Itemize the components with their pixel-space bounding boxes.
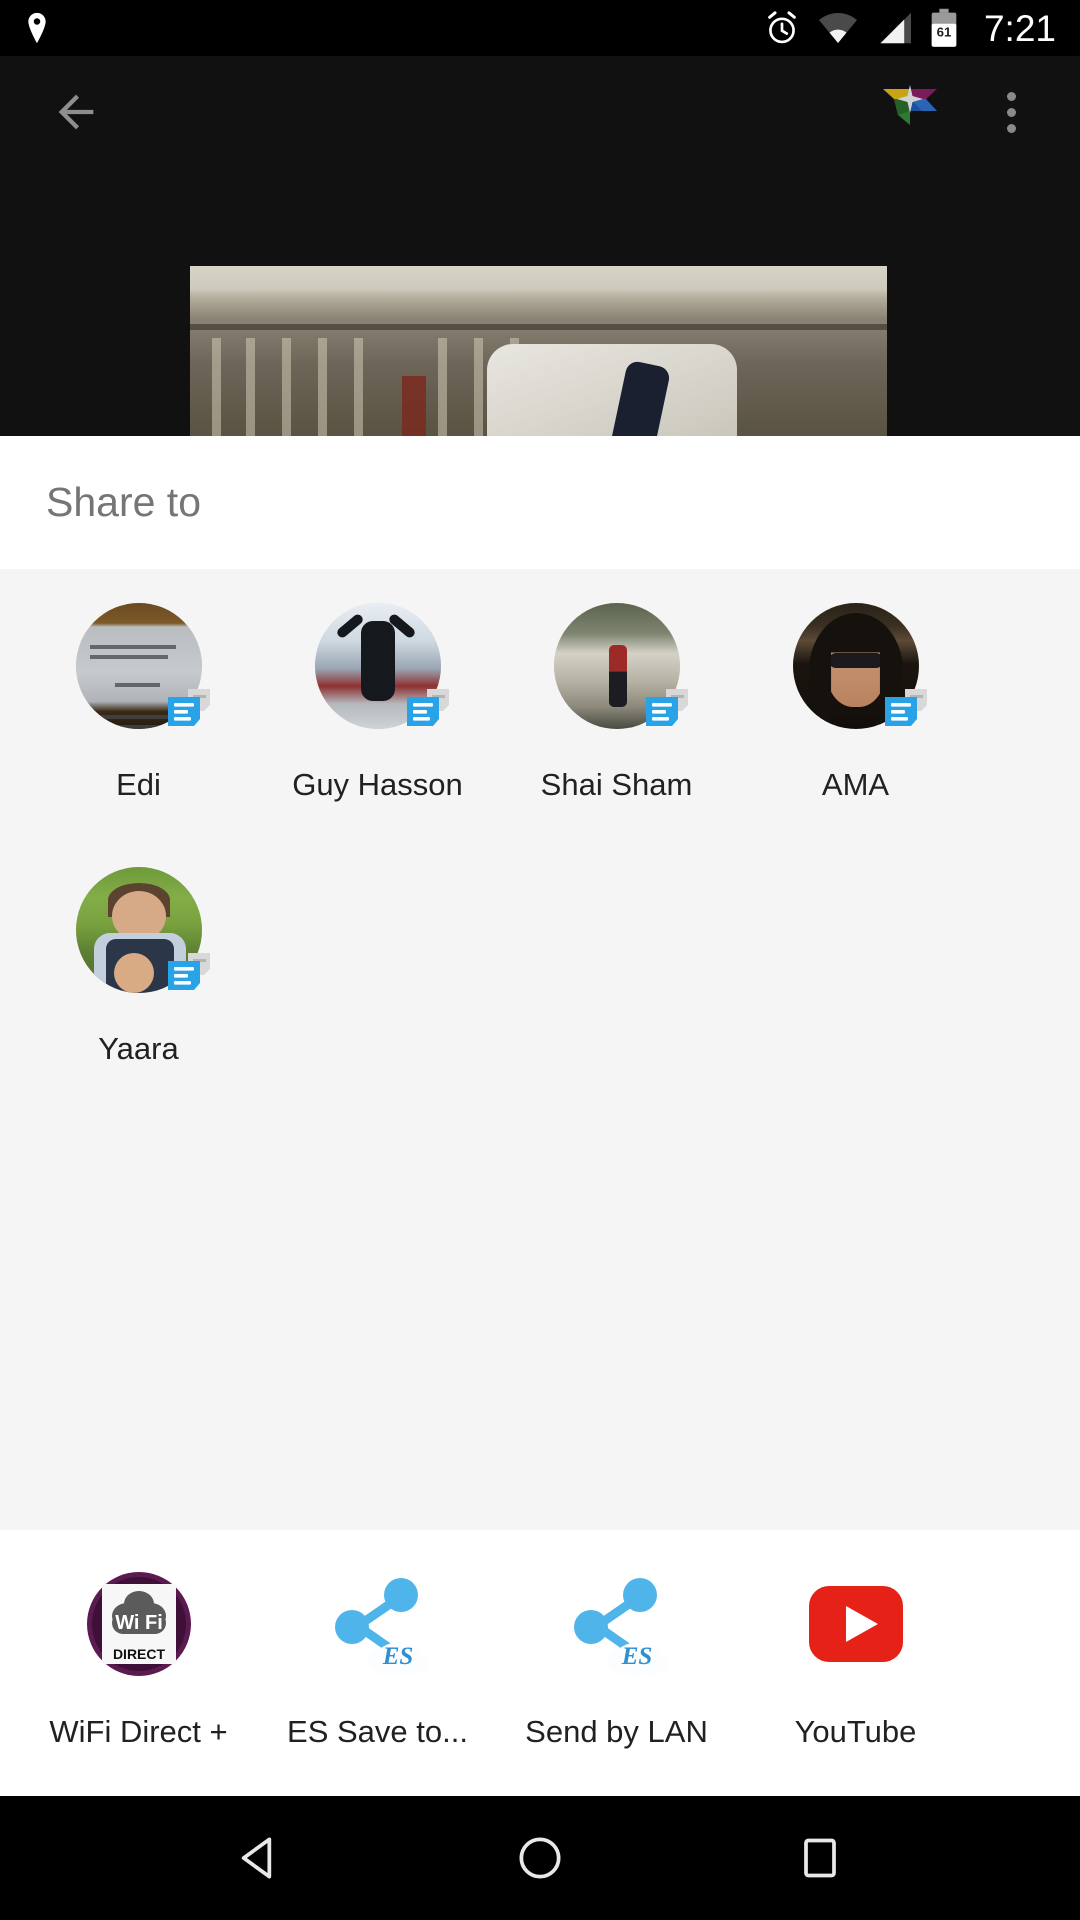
navigation-bar xyxy=(0,1796,1080,1920)
svg-text:ES: ES xyxy=(381,1643,413,1670)
nav-home-icon xyxy=(519,1837,561,1879)
es-share-glyph: ES xyxy=(573,1578,668,1674)
battery-icon: 61 xyxy=(931,8,957,47)
avatar-photo-detail xyxy=(334,612,365,640)
app-target-label: YouTube xyxy=(794,1714,917,1749)
wifi-direct-glyph: Wi Fi DIRECT xyxy=(86,1572,191,1676)
messages-icon xyxy=(406,689,449,726)
nav-back-icon xyxy=(241,1837,272,1879)
app-target-youtube[interactable]: YouTube xyxy=(755,1570,956,1750)
direct-share-target-ama[interactable]: AMA xyxy=(755,603,956,803)
es-share-icon: ES xyxy=(563,1570,671,1678)
direct-share-label: AMA xyxy=(821,767,890,802)
status-bar-right: 61 7:21 xyxy=(763,8,1056,48)
location-icon xyxy=(28,12,46,44)
app-target-es-save-to[interactable]: ES ES Save to... xyxy=(277,1570,478,1750)
app-bar-actions xyxy=(878,82,1034,142)
app-target-label: WiFi Direct + xyxy=(49,1714,228,1749)
overflow-dot xyxy=(1006,91,1016,101)
youtube-glyph xyxy=(808,1586,903,1662)
direct-share-row: Edi Guy Hasson Shai Sham AMA xyxy=(0,603,1080,803)
nav-recents-icon xyxy=(804,1838,836,1878)
svg-text:ES: ES xyxy=(620,1643,652,1670)
avatar-photo-detail xyxy=(360,621,395,701)
svg-text:DIRECT: DIRECT xyxy=(112,1646,165,1662)
messages-icon xyxy=(884,689,927,726)
overflow-menu-button[interactable] xyxy=(988,82,1034,142)
direct-share-target-edi[interactable]: Edi xyxy=(38,603,239,803)
app-targets-section: Wi Fi DIRECT WiFi Direct + ES ES Save to… xyxy=(0,1530,1080,1796)
overflow-dot xyxy=(1006,123,1016,133)
direct-share-label: Guy Hasson xyxy=(292,767,463,802)
android-screen: 61 7:21 Share to Edi Guy Hasson Shai Sha… xyxy=(0,0,1080,1920)
status-bar: 61 7:21 xyxy=(0,0,1080,56)
share-sheet: Share to Edi Guy Hasson Shai Sham AMA Ya… xyxy=(0,436,1080,1796)
overflow-dot xyxy=(1006,107,1016,117)
direct-share-target-guy-hasson[interactable]: Guy Hasson xyxy=(277,603,478,803)
app-bar xyxy=(0,56,1080,168)
avatar-wrap xyxy=(314,603,449,729)
messages-icon xyxy=(645,689,688,726)
direct-share-section: Edi Guy Hasson Shai Sham AMA Yaara xyxy=(0,569,1080,1107)
photo-rail xyxy=(190,324,887,330)
app-target-label: ES Save to... xyxy=(287,1714,468,1749)
back-button[interactable] xyxy=(46,82,106,142)
nav-recents-button[interactable] xyxy=(760,1796,880,1920)
app-target-send-by-lan[interactable]: ES Send by LAN xyxy=(516,1570,717,1750)
direct-share-row: Yaara xyxy=(0,867,1080,1067)
direct-share-label: Shai Sham xyxy=(540,767,693,802)
nav-home-button[interactable] xyxy=(480,1796,600,1920)
wifi-direct-icon: Wi Fi DIRECT xyxy=(85,1570,193,1678)
status-bar-left xyxy=(24,10,50,46)
back-arrow-icon xyxy=(58,94,94,130)
avatar-wrap xyxy=(553,603,688,729)
avatar-wrap xyxy=(75,867,210,993)
sheet-empty-space xyxy=(0,1107,1080,1530)
nav-back-button[interactable] xyxy=(200,1796,320,1920)
app-target-label: Send by LAN xyxy=(525,1714,708,1749)
direct-share-target-shai-sham[interactable]: Shai Sham xyxy=(516,603,717,803)
direct-share-label: Yaara xyxy=(98,1031,179,1066)
es-share-glyph: ES xyxy=(334,1578,429,1674)
avatar-wrap xyxy=(792,603,927,729)
row-spacer xyxy=(0,803,1080,867)
svg-text:Wi Fi: Wi Fi xyxy=(115,1612,163,1634)
avatar-photo-detail xyxy=(828,653,883,668)
direct-share-target-yaara[interactable]: Yaara xyxy=(38,867,239,1067)
google-photos-pinwheel-icon xyxy=(883,85,937,125)
avatar-wrap xyxy=(75,603,210,729)
messages-icon xyxy=(167,953,210,990)
share-sheet-title: Share to xyxy=(46,479,201,525)
wifi-icon xyxy=(818,13,857,43)
app-targets-row: Wi Fi DIRECT WiFi Direct + ES ES Save to… xyxy=(0,1570,1080,1750)
cell-signal-icon xyxy=(880,12,911,44)
app-target-wifi-direct[interactable]: Wi Fi DIRECT WiFi Direct + xyxy=(38,1570,239,1750)
avatar-photo-detail xyxy=(113,953,154,993)
es-share-icon: ES xyxy=(324,1570,432,1678)
youtube-icon xyxy=(802,1570,910,1678)
direct-share-label: Edi xyxy=(116,767,161,802)
battery-level-text: 61 xyxy=(937,24,952,39)
alarm-icon xyxy=(768,11,796,44)
google-photos-logo xyxy=(878,67,942,131)
messages-icon xyxy=(167,689,210,726)
share-sheet-header: Share to xyxy=(0,436,1080,569)
status-bar-clock: 7:21 xyxy=(983,7,1056,49)
avatar-photo-detail xyxy=(608,645,627,707)
